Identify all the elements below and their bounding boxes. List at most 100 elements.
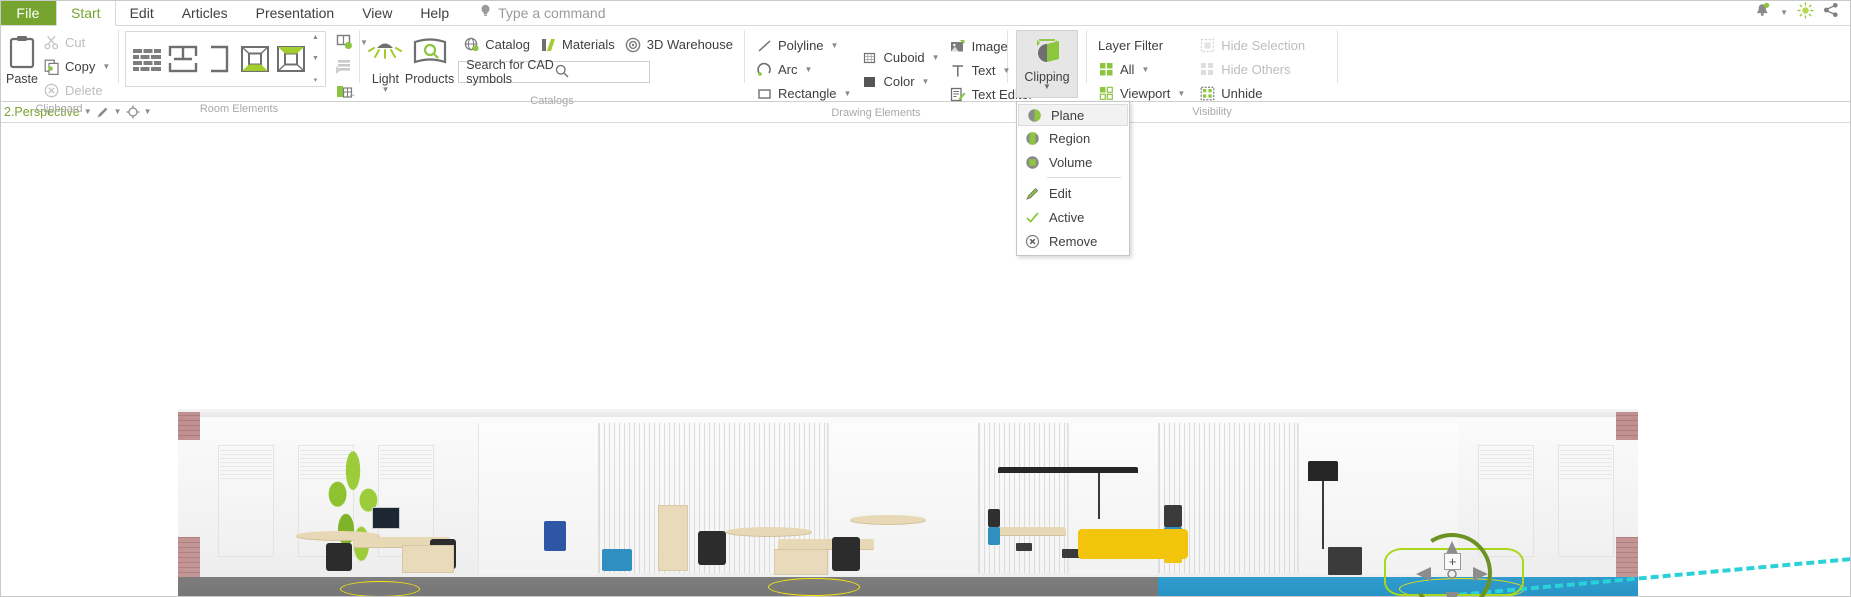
chevron-down-icon[interactable]: ▼ — [805, 65, 813, 74]
room-ceiling-icon[interactable] — [273, 39, 309, 79]
menu-item-edit[interactable]: Edit — [116, 0, 168, 25]
menu-separator — [1047, 177, 1121, 178]
all-layers-button[interactable]: All ▼ — [1093, 58, 1190, 81]
office-chair — [326, 543, 352, 571]
chevron-down-icon[interactable]: ▼ — [932, 53, 940, 62]
room-elements-gallery[interactable]: ▲ ▼ ▾ — [125, 31, 326, 87]
paste-button[interactable]: Paste — [6, 29, 38, 86]
menu-bar: File Start Edit Articles Presentation Vi… — [0, 0, 1851, 26]
application-window: File Start Edit Articles Presentation Vi… — [0, 0, 1851, 597]
menu-item-active[interactable]: Active — [1017, 205, 1129, 229]
light-icon — [368, 33, 403, 71]
color-button[interactable]: Color ▼ — [856, 70, 944, 93]
delete-button[interactable]: Delete — [38, 79, 115, 102]
color-swatch-icon — [861, 73, 878, 90]
gizmo-center-handle[interactable]: + — [1444, 553, 1461, 570]
menu-file[interactable]: File — [0, 0, 56, 25]
text-editor-icon — [950, 86, 967, 103]
viewport-label: Viewport — [1120, 86, 1171, 101]
transform-gizmo[interactable]: + — [1404, 525, 1500, 597]
ribbon-group-clipboard: Paste Cut Copy ▼ Delete Clipboard — [0, 26, 118, 115]
materials-button[interactable]: Materials — [535, 33, 620, 56]
menu-item-edit[interactable]: Edit — [1017, 181, 1129, 205]
group-label-room-elements: Room Elements — [199, 103, 279, 115]
menu-item-help[interactable]: Help — [406, 0, 463, 25]
cad-search-value: Search for CAD symbols — [466, 58, 554, 86]
catalog-globe-icon — [463, 36, 480, 53]
room-elements-dialog-launcher[interactable]: ⌐ — [350, 90, 355, 100]
chevron-down-icon[interactable]: ▼ — [1177, 89, 1185, 98]
unhide-button[interactable]: Unhide — [1194, 82, 1310, 105]
chevron-down-icon[interactable]: ▼ — [1043, 83, 1051, 91]
floor-lamp-pole — [1322, 481, 1324, 549]
cuboid-label: Cuboid — [883, 50, 925, 65]
clipping-dropdown-menu: Plane Region Volume Edit Active Remove — [1016, 101, 1130, 256]
copy-button[interactable]: Copy ▼ — [38, 55, 115, 78]
room-floor-icon[interactable] — [237, 39, 273, 79]
menu-item-remove[interactable]: Remove — [1017, 229, 1129, 253]
hide-selection-button[interactable]: Hide Selection — [1194, 34, 1310, 57]
gallery-scroll[interactable]: ▲ ▼ ▾ — [309, 32, 322, 86]
chevron-down-icon[interactable]: ▼ — [844, 89, 852, 98]
hide-others-icon — [1199, 61, 1216, 78]
search-icon[interactable] — [555, 64, 644, 81]
monitor — [372, 507, 400, 529]
command-search-placeholder: Type a command — [498, 4, 606, 21]
cuboid-button[interactable]: Cuboid ▼ — [856, 46, 944, 69]
visitor-chair — [544, 521, 566, 551]
catalog-button[interactable]: Catalog — [458, 33, 535, 56]
delete-label: Delete — [65, 83, 103, 98]
share-icon[interactable] — [1823, 2, 1839, 23]
menu-item-region-label: Region — [1049, 130, 1091, 146]
warehouse-3d-button[interactable]: 3D Warehouse — [620, 33, 738, 56]
gallery-expand-icon[interactable]: ▾ — [314, 76, 318, 84]
arc-button[interactable]: Arc ▼ — [751, 58, 856, 81]
notifications-bell-icon[interactable] — [1754, 2, 1771, 24]
chevron-down-icon[interactable]: ▼ — [922, 77, 930, 86]
layer-filter-button[interactable]: Layer Filter — [1093, 34, 1190, 57]
cad-symbol-search-input[interactable]: Search for CAD symbols — [458, 58, 651, 86]
menu-item-volume-label: Volume — [1049, 154, 1093, 170]
tips-lightbulb-icon[interactable] — [1797, 1, 1814, 24]
wall-brick-icon[interactable] — [129, 39, 165, 79]
bar-table — [990, 527, 1066, 535]
cut-button[interactable]: Cut — [38, 31, 115, 54]
menu-item-view[interactable]: View — [348, 0, 406, 25]
floorplan-room-icon[interactable] — [165, 39, 201, 79]
object-footprint-outline — [768, 578, 860, 596]
menu-item-articles[interactable]: Articles — [168, 0, 242, 25]
menu-item-active-label: Active — [1049, 209, 1085, 225]
clipping-button[interactable]: Clipping ▼ — [1016, 30, 1078, 98]
chevron-down-icon[interactable]: ▼ — [381, 86, 389, 94]
ribbon-group-visibility: Layer Filter All ▼ Viewport ▼ Hide Selec… — [1087, 26, 1337, 118]
chevron-down-icon[interactable]: ▼ — [831, 41, 839, 50]
tall-cabinet — [658, 505, 688, 571]
viewport-3d[interactable]: + — [0, 123, 1851, 597]
menu-item-volume[interactable]: Volume — [1017, 150, 1129, 174]
menu-item-edit-label: Edit — [1049, 185, 1072, 201]
materials-icon — [540, 36, 557, 53]
lightbulb-icon — [479, 4, 492, 21]
products-button[interactable]: Products — [405, 29, 454, 86]
menu-item-start[interactable]: Start — [56, 0, 116, 26]
brick-cut-edge — [1616, 537, 1638, 577]
menu-item-presentation[interactable]: Presentation — [242, 0, 349, 25]
single-wall-icon[interactable] — [201, 39, 237, 79]
chevron-down-icon[interactable]: ▼ — [1780, 8, 1788, 17]
rectangle-button[interactable]: Rectangle ▼ — [751, 82, 856, 105]
window-blind — [220, 447, 272, 481]
chevron-down-icon[interactable]: ▼ — [102, 62, 110, 71]
menu-item-plane[interactable]: Plane — [1018, 104, 1128, 126]
scroll-down-icon[interactable]: ▼ — [312, 55, 319, 62]
light-button[interactable]: Light ▼ — [366, 29, 405, 94]
image-icon — [950, 38, 967, 55]
hide-others-button[interactable]: Hide Others — [1194, 58, 1310, 81]
command-search[interactable]: Type a command — [479, 0, 606, 25]
ribbon-group-clipping: Clipping ▼ — [1008, 26, 1086, 101]
chevron-down-icon[interactable]: ▼ — [1141, 65, 1149, 74]
ribbon-group-catalogs: Light ▼ Products Catalog Materials 3D Wa… — [360, 26, 744, 107]
text-label: Text — [971, 63, 996, 78]
scroll-up-icon[interactable]: ▲ — [312, 34, 319, 41]
menu-item-region[interactable]: Region — [1017, 126, 1129, 150]
polyline-button[interactable]: Polyline ▼ — [751, 34, 856, 57]
